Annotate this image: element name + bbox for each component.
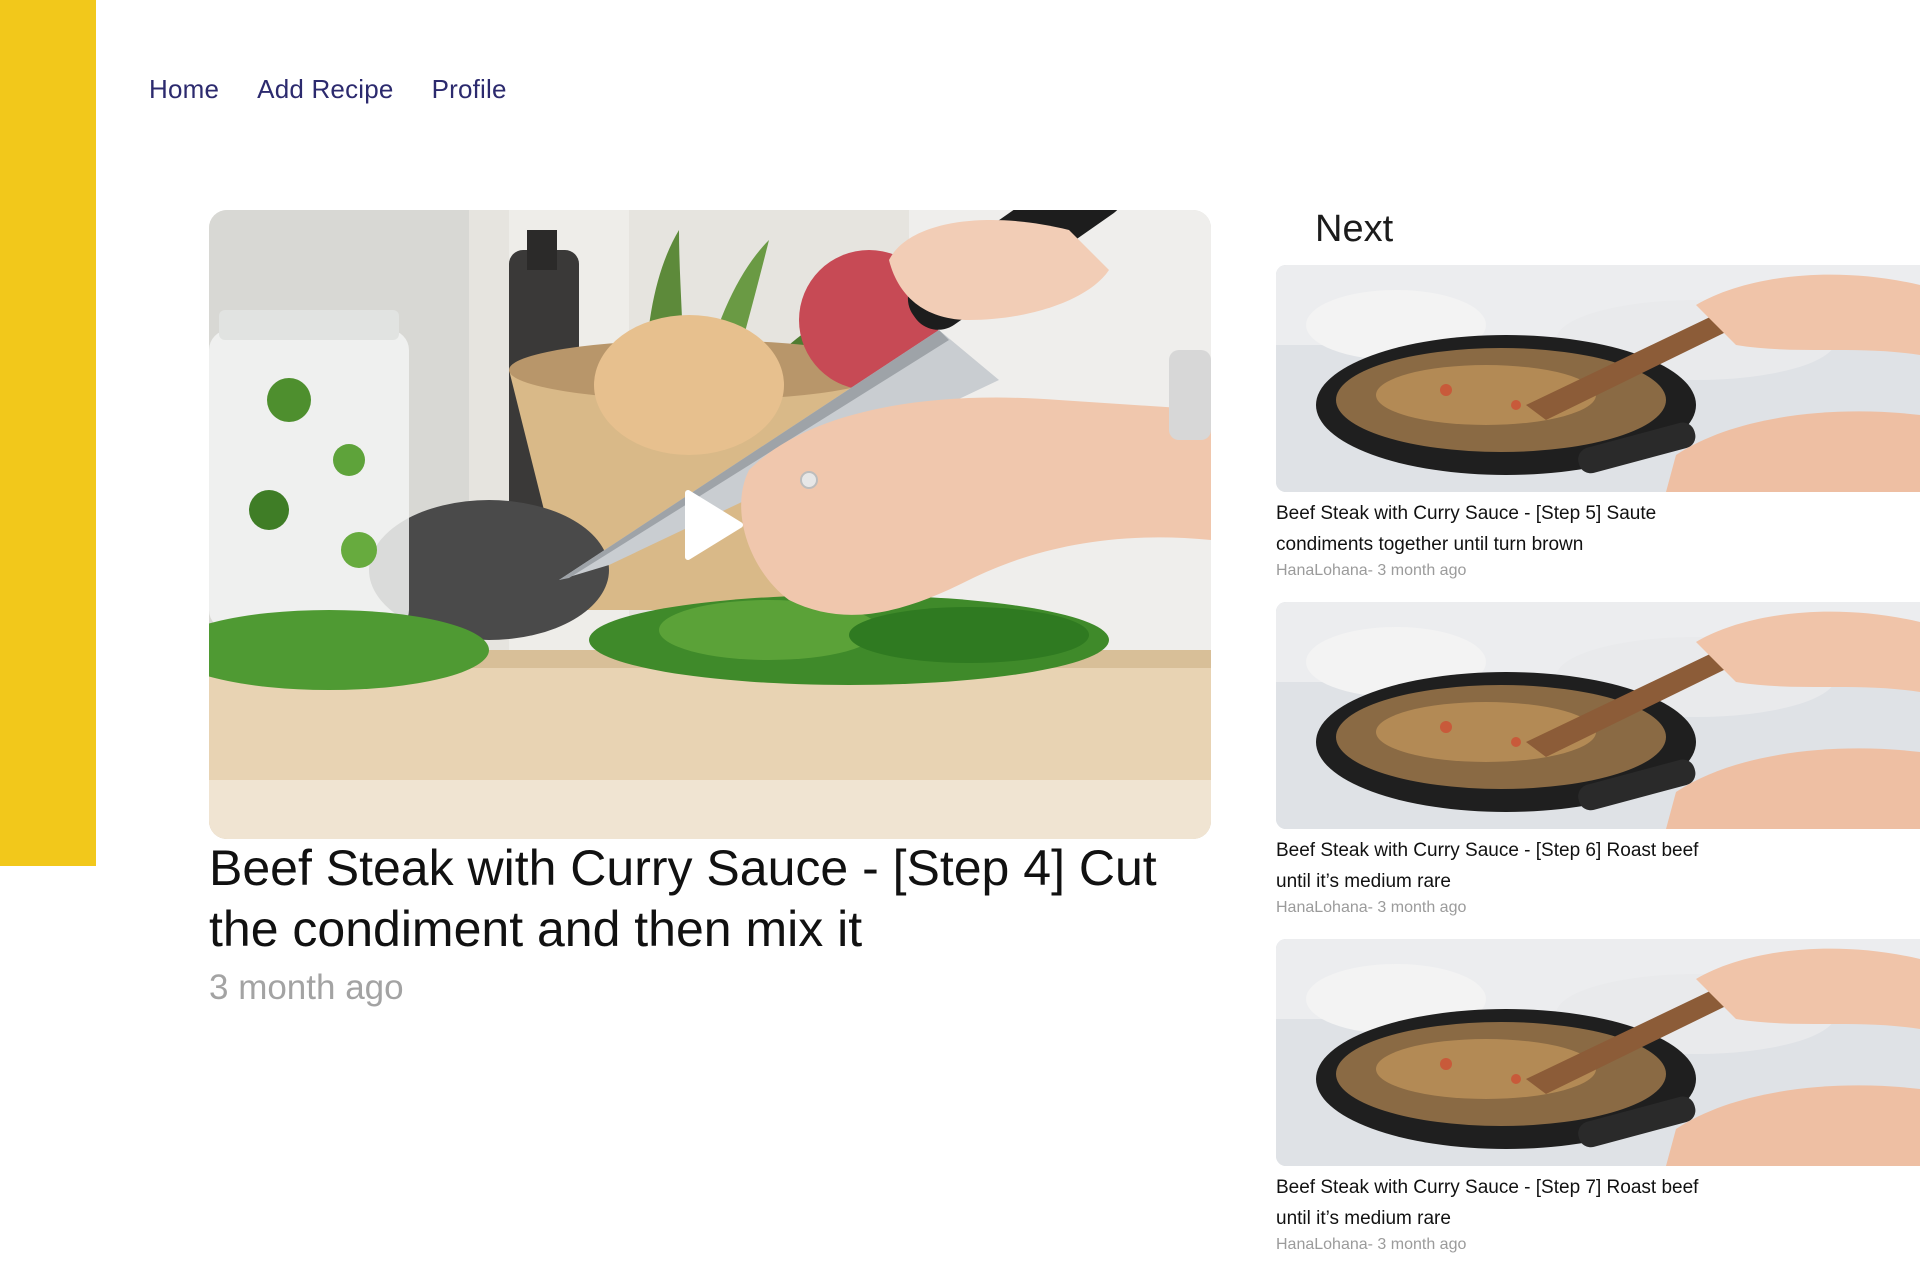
page: Home Add Recipe Profile Beef Steak with … xyxy=(0,0,1920,1268)
main-video-time: 3 month ago xyxy=(209,968,404,1007)
main-video-title: Beef Steak with Curry Sauce - [Step 4] C… xyxy=(209,840,1157,957)
next-video-thumbnail[interactable] xyxy=(1276,265,1920,492)
meta-separator: - xyxy=(1367,562,1378,579)
nav-home[interactable]: Home xyxy=(149,74,219,105)
nav-add-recipe[interactable]: Add Recipe xyxy=(257,74,393,105)
next-video-meta: HanaLohana- 3 month ago xyxy=(1276,1236,1920,1254)
next-video-title[interactable]: Beef Steak with Curry Sauce - [Step 6] R… xyxy=(1276,835,1716,897)
next-video-meta: HanaLohana- 3 month ago xyxy=(1276,562,1920,580)
next-video-title[interactable]: Beef Steak with Curry Sauce - [Step 7] R… xyxy=(1276,1172,1716,1234)
upload-time: 3 month ago xyxy=(1377,1236,1467,1253)
next-video-title[interactable]: Beef Steak with Curry Sauce - [Step 5] S… xyxy=(1276,498,1716,560)
upload-time: 3 month ago xyxy=(1377,899,1467,916)
next-video-item[interactable]: Beef Steak with Curry Sauce - [Step 5] S… xyxy=(1276,265,1920,580)
author-name[interactable]: HanaLohana xyxy=(1276,1236,1368,1253)
top-nav: Home Add Recipe Profile xyxy=(149,74,507,105)
next-video-thumbnail[interactable] xyxy=(1276,602,1920,829)
meta-separator: - xyxy=(1367,1236,1378,1253)
brand-sidebar-bar xyxy=(0,0,96,866)
play-icon[interactable] xyxy=(670,485,750,565)
next-video-thumbnail[interactable] xyxy=(1276,939,1920,1166)
upload-time: 3 month ago xyxy=(1377,562,1467,579)
next-video-meta: HanaLohana- 3 month ago xyxy=(1276,899,1920,917)
next-thumbnail-image xyxy=(1276,939,1920,1166)
meta-separator: - xyxy=(1367,899,1378,916)
next-heading: Next xyxy=(1315,208,1394,250)
author-name[interactable]: HanaLohana xyxy=(1276,562,1368,579)
main-video-player[interactable] xyxy=(209,210,1211,839)
next-thumbnail-image xyxy=(1276,602,1920,829)
next-video-item[interactable]: Beef Steak with Curry Sauce - [Step 7] R… xyxy=(1276,939,1920,1254)
nav-profile[interactable]: Profile xyxy=(432,74,507,105)
author-name[interactable]: HanaLohana xyxy=(1276,899,1368,916)
next-thumbnail-image xyxy=(1276,265,1920,492)
next-video-item[interactable]: Beef Steak with Curry Sauce - [Step 6] R… xyxy=(1276,602,1920,917)
